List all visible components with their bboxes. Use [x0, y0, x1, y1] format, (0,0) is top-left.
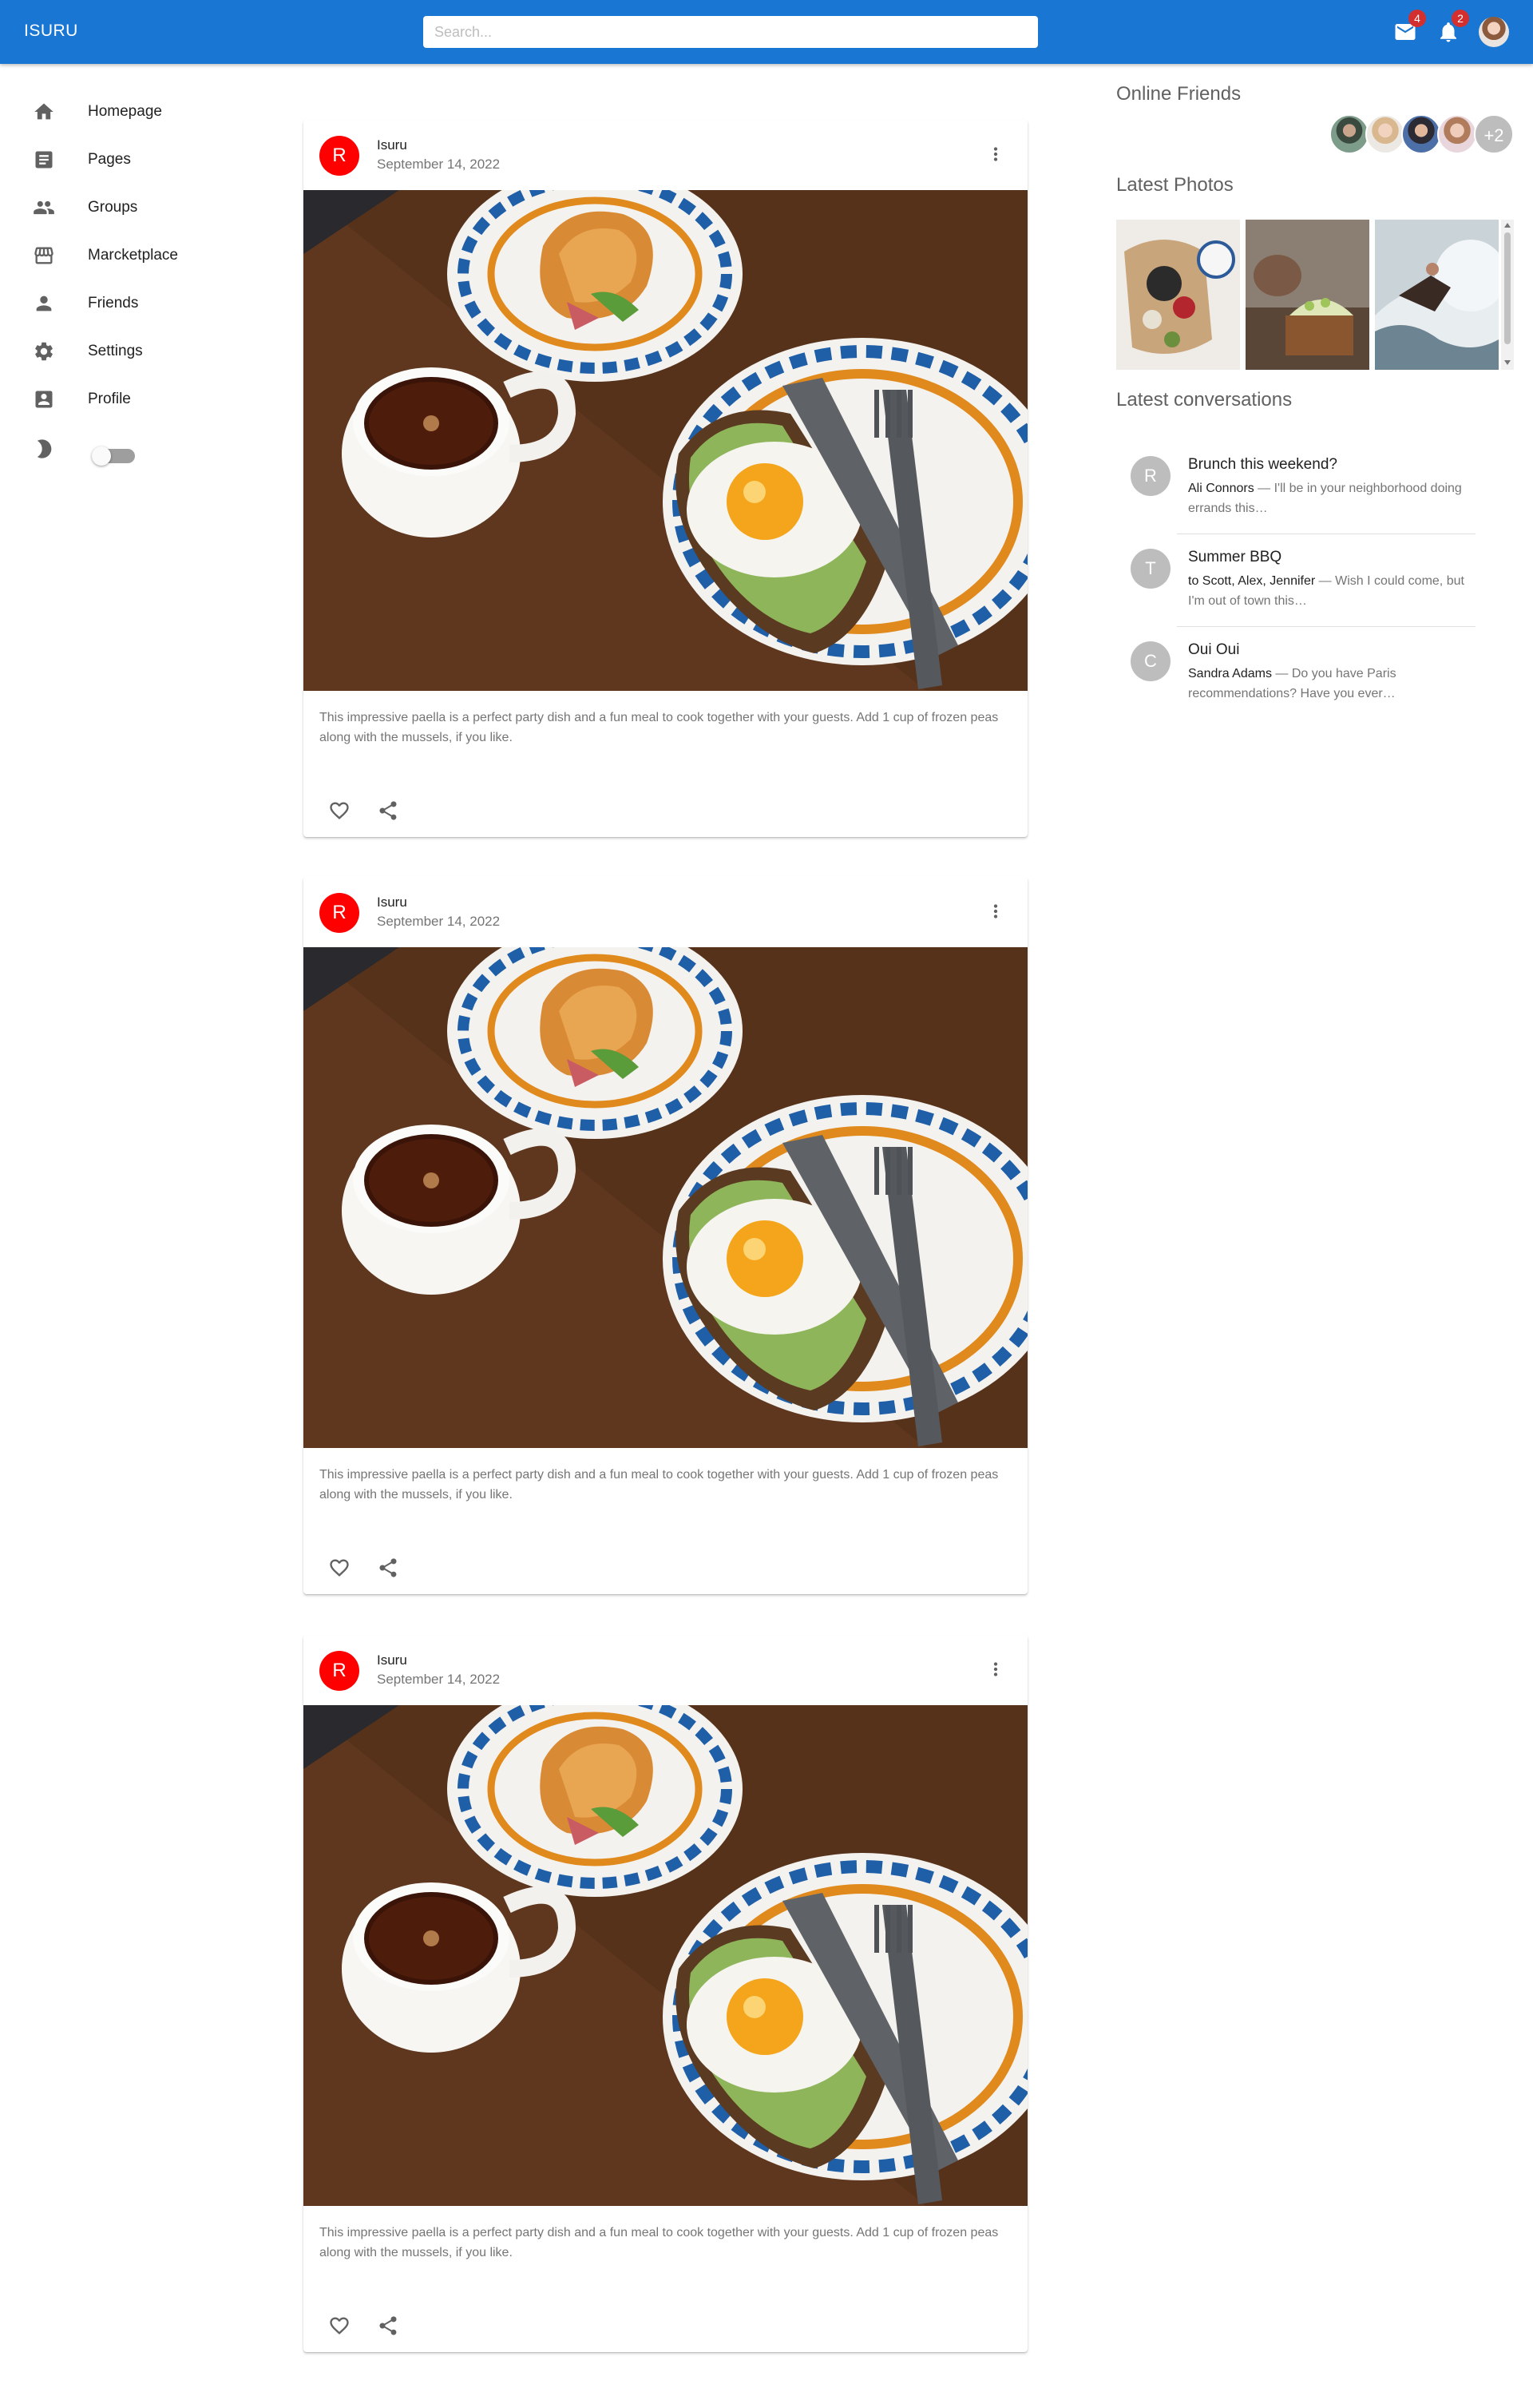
sidebar-item-label: Groups [88, 199, 138, 216]
share-button[interactable] [372, 2310, 404, 2342]
post-photo[interactable] [303, 1705, 1028, 2206]
sidebar-item-friends[interactable]: Friends [0, 280, 287, 327]
group-icon [32, 196, 56, 220]
post-date: September 14, 2022 [377, 1672, 501, 1687]
post-photo[interactable] [303, 947, 1028, 1448]
sidebar-item-profile[interactable]: Profile [0, 375, 287, 423]
theme-toggle-thumb[interactable] [92, 446, 111, 466]
like-button[interactable] [323, 795, 355, 827]
conversation-title: Brunch this weekend? [1188, 456, 1337, 473]
latest-photo[interactable] [1116, 220, 1240, 370]
like-button[interactable] [323, 1552, 355, 1584]
conversation-sender: Ali Connors [1188, 482, 1254, 495]
conversation-title: Oui Oui [1188, 641, 1240, 658]
post-avatar[interactable]: R [319, 893, 359, 933]
share-button[interactable] [372, 795, 404, 827]
conversation-preview: Sandra Adams — Do you have Paris recomme… [1188, 664, 1476, 704]
gear-icon [32, 339, 56, 363]
online-friends-heading: Online Friends [1116, 83, 1242, 105]
storefront-icon [32, 244, 56, 268]
post-date: September 14, 2022 [377, 157, 501, 172]
conversation-item[interactable]: R Brunch this weekend? Ali Connors — I'l… [1116, 442, 1476, 534]
more-vert-icon [993, 1662, 998, 1676]
scrollbar-thumb[interactable] [1504, 232, 1511, 344]
sidebar-item-label: Pages [88, 151, 131, 168]
sidebar-item-label: Settings [88, 343, 143, 359]
share-icon [379, 801, 397, 820]
article-icon [32, 148, 56, 172]
app-brand[interactable]: ISURU [24, 22, 78, 41]
sidebar-item-pages[interactable]: Pages [0, 136, 287, 184]
online-friend-avatar[interactable] [1437, 114, 1477, 154]
post-author: Isuru [377, 1652, 407, 1668]
more-vert-icon [993, 904, 998, 918]
conversation-sender: to Scott, Alex, Jennifer [1188, 574, 1316, 588]
scroll-up-arrow[interactable] [1504, 223, 1511, 228]
post-card: R Isuru September 14, 2022 This impressi… [303, 877, 1028, 1594]
conversation-avatar: T [1131, 549, 1171, 589]
latest-photo[interactable] [1375, 220, 1499, 370]
search-input[interactable] [423, 16, 1038, 48]
like-button[interactable] [323, 2310, 355, 2342]
share-icon [379, 2316, 397, 2335]
latest-photo[interactable] [1246, 220, 1369, 370]
post-date: September 14, 2022 [377, 914, 501, 929]
heart-outline-icon [330, 2317, 349, 2335]
conversation-title: Summer BBQ [1188, 549, 1282, 565]
sidebar-item-groups[interactable]: Groups [0, 184, 287, 232]
share-icon [379, 1558, 397, 1577]
post-avatar[interactable]: R [319, 136, 359, 176]
post-text: This impressive paella is a perfect part… [319, 1468, 999, 1502]
heart-outline-icon [330, 802, 349, 819]
scroll-down-arrow[interactable] [1504, 360, 1511, 365]
moon-icon [32, 437, 56, 461]
mail-button[interactable]: 4 [1389, 10, 1426, 48]
post-card: R Isuru September 14, 2022 This impressi… [303, 120, 1028, 837]
heart-outline-icon [330, 1559, 349, 1577]
post-card: R Isuru September 14, 2022 This impressi… [303, 1635, 1028, 2352]
online-friend-avatar[interactable] [1401, 114, 1441, 154]
sidebar-item-label: Marcketplace [88, 247, 178, 264]
more-friends-count[interactable]: +2 [1474, 114, 1514, 154]
post-menu-button[interactable] [982, 1656, 1009, 1683]
user-avatar[interactable] [1479, 17, 1509, 47]
post-text: This impressive paella is a perfect part… [319, 711, 999, 744]
mail-badge: 4 [1408, 10, 1426, 27]
app-bar: ISURU 4 2 [0, 0, 1533, 64]
photos-scrollbar[interactable] [1501, 220, 1514, 370]
notifications-button[interactable]: 2 [1432, 10, 1469, 48]
sidebar-item-marketplace[interactable]: Marcketplace [0, 232, 287, 280]
conversation-sender: Sandra Adams [1188, 667, 1272, 680]
share-button[interactable] [372, 1552, 404, 1584]
conversation-item[interactable]: C Oui Oui Sandra Adams — Do you have Par… [1116, 627, 1476, 720]
conversation-avatar: R [1131, 456, 1171, 496]
post-author: Isuru [377, 895, 407, 910]
notifications-badge: 2 [1452, 10, 1469, 27]
post-menu-button[interactable] [982, 898, 1009, 925]
theme-toggle-row [0, 425, 80, 473]
latest-photos-heading: Latest Photos [1116, 174, 1234, 196]
latest-conversations-heading: Latest conversations [1116, 389, 1293, 411]
post-avatar[interactable]: R [319, 1651, 359, 1691]
online-friend-avatar[interactable] [1365, 114, 1405, 154]
online-friend-avatar[interactable] [1329, 114, 1369, 154]
post-photo[interactable] [303, 190, 1028, 691]
sidebar-item-label: Friends [88, 295, 139, 311]
sidebar-item-settings[interactable]: Settings [0, 327, 287, 375]
post-text: This impressive paella is a perfect part… [319, 2226, 999, 2259]
sidebar-item-homepage[interactable]: Homepage [0, 88, 287, 136]
post-author: Isuru [377, 137, 407, 153]
profile-icon [32, 387, 56, 411]
conversation-preview: to Scott, Alex, Jennifer — Wish I could … [1188, 571, 1476, 611]
conversation-avatar: C [1131, 641, 1171, 681]
more-vert-icon [993, 147, 998, 161]
sidebar-item-label: Profile [88, 391, 131, 407]
home-icon [32, 100, 56, 124]
conversation-item[interactable]: T Summer BBQ to Scott, Alex, Jennifer — … [1116, 534, 1476, 627]
post-menu-button[interactable] [982, 141, 1009, 168]
conversation-preview: Ali Connors — I'll be in your neighborho… [1188, 478, 1476, 518]
sidebar-item-label: Homepage [88, 103, 162, 120]
person-icon [32, 292, 56, 315]
